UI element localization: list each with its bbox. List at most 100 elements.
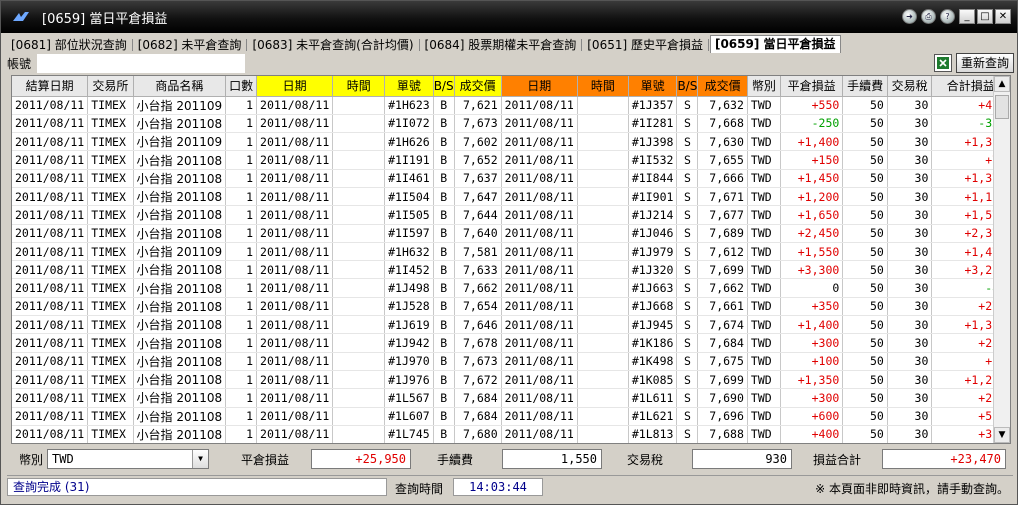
table-cell: #1L621 [628,407,678,426]
table-cell: #1J498 [384,278,434,298]
column-header[interactable]: 日期 [256,76,334,97]
table-cell: 7,699 [697,260,748,280]
column-header[interactable]: 交易稅 [887,76,933,97]
table-row[interactable]: 2011/08/11 TIMEX 小台指 201109 1 2011/08/11 #1H6… [12,96,1010,115]
total-label: 損益合計 [813,453,862,467]
scroll-down-icon[interactable]: ▼ [994,427,1010,443]
table-row[interactable]: 2011/08/11 TIMEX 小台指 201108 1 2011/08/11 #1I5… [12,224,1010,243]
table-cell: 1 [225,407,258,426]
table-row[interactable]: 2011/08/11 TIMEX 小台指 201108 1 2011/08/11 #1J9… [12,333,1010,353]
tab-3[interactable]: [0684] 股票期權未平倉查詢 [421,37,581,53]
table-row[interactable]: 2011/08/11 TIMEX 小台指 201108 1 2011/08/11 #1I0… [12,114,1010,134]
table-cell: S [676,333,699,353]
pnl-grid[interactable]: 結算日期 交易所 商品名稱 口數 日期 時間 單號 B/S 成交價 日期 時間 單號 B/S 成交價 幣別平… [11,75,1011,444]
query-time-value: 14:03:44 [453,478,543,496]
scroll-up-icon[interactable]: ▲ [994,76,1010,92]
table-cell: TWD [747,352,781,371]
table-cell: B [433,242,455,262]
tab-5[interactable]: [0659] 當日平倉損益 [709,35,841,53]
column-header[interactable]: 商品名稱 [133,76,227,97]
table-cell: 7,652 [454,150,502,170]
table-row[interactable]: 2011/08/11 TIMEX 小台指 201109 1 2011/08/11 #1H6… [12,242,1010,262]
column-header[interactable]: 手續費 [842,76,888,97]
column-header[interactable]: 單號 [628,76,678,97]
tab-0[interactable]: [0681] 部位狀況查詢 [7,37,131,53]
print-icon[interactable]: ⎙ [921,9,936,24]
column-header[interactable]: 日期 [501,76,578,97]
table-cell: #1J979 [628,242,678,262]
help-icon[interactable]: ? [940,9,955,24]
account-field[interactable] [37,53,245,73]
table-cell: TWD [747,205,781,225]
table-cell: 30 [887,132,933,152]
table-row[interactable]: 2011/08/11 TIMEX 小台指 201108 1 2011/08/11 #1J9… [12,370,1010,390]
table-cell: 2011/08/11 [256,278,334,298]
table-row[interactable]: 2011/08/11 TIMEX 小台指 201108 1 2011/08/11 #1L6… [12,407,1010,426]
table-cell: 2011/08/11 [256,352,334,371]
column-header[interactable]: 口數 [225,76,258,97]
column-header[interactable]: 時間 [332,76,386,97]
table-cell: 2011/08/11 [501,352,578,371]
column-header[interactable]: 成交價 [454,76,502,97]
table-cell: 2011/08/11 [12,315,89,335]
column-header[interactable]: 單號 [384,76,434,97]
minimize-button[interactable]: _ [959,9,975,24]
column-header[interactable]: 平倉損益 [780,76,844,97]
table-cell: 30 [887,96,933,115]
table-row[interactable]: 2011/08/11 TIMEX 小台指 201108 1 2011/08/11 #1L7… [12,425,1010,443]
tab-2[interactable]: [0683] 未平倉查詢(合計均價) [248,37,417,53]
tab-4[interactable]: [0651] 歷史平倉損益 [583,37,707,53]
table-cell: #1I072 [384,114,434,134]
table-cell: 7,602 [454,132,502,152]
table-cell: TIMEX [87,388,134,408]
tab-1[interactable]: [0682] 未平倉查詢 [134,37,246,53]
arrow-right-icon[interactable]: ➜ [902,9,917,24]
table-cell: TIMEX [87,278,134,298]
vertical-scrollbar[interactable]: ▲ ▼ [993,76,1010,443]
table-cell: 1 [225,352,258,371]
summary-bar: 幣別 TWD ▼ 平倉損益 +25,950 手續費 1,550 交易稅 930 … [13,447,1011,471]
table-cell: 1 [225,388,258,408]
table-cell: 7,678 [454,333,502,353]
refresh-button[interactable]: 重新查詢 [956,53,1014,73]
table-cell: 1 [225,187,258,207]
table-cell [577,169,629,188]
close-button[interactable]: ✕ [995,9,1011,24]
table-row[interactable]: 2011/08/11 TIMEX 小台指 201108 1 2011/08/11 #1I1… [12,150,1010,170]
table-cell: 小台指 201108 [133,224,227,243]
maximize-button[interactable]: □ [977,9,993,24]
column-header[interactable]: 幣別 [747,76,781,97]
table-row[interactable]: 2011/08/11 TIMEX 小台指 201109 1 2011/08/11 #1H6… [12,132,1010,152]
table-cell: 7,662 [697,278,748,298]
table-cell: 30 [887,205,933,225]
table-cell: TWD [747,96,781,115]
table-cell: B [433,150,455,170]
title-bar[interactable]: [0659] 當日平倉損益 ➜ ⎙ ? _ □ ✕ [1,1,1017,33]
column-header[interactable]: 時間 [577,76,629,97]
table-row[interactable]: 2011/08/11 TIMEX 小台指 201108 1 2011/08/11 #1J6… [12,315,1010,335]
excel-export-icon[interactable] [934,54,952,72]
table-cell: +1,400 [780,315,844,335]
table-row[interactable]: 2011/08/11 TIMEX 小台指 201108 1 2011/08/11 #1I5… [12,187,1010,207]
column-header[interactable]: B/S [433,76,455,97]
table-row[interactable]: 2011/08/11 TIMEX 小台指 201108 1 2011/08/11 #1J4… [12,278,1010,298]
grand-total-field: +23,470 [882,449,1006,469]
chevron-down-icon[interactable]: ▼ [192,450,208,468]
table-cell: 1 [225,242,258,262]
table-cell: #1I461 [384,169,434,188]
column-header[interactable]: 結算日期 [12,76,89,97]
currency-select[interactable]: TWD ▼ [47,449,209,469]
table-cell: 2011/08/11 [501,278,578,298]
column-header[interactable]: 交易所 [87,76,134,97]
table-row[interactable]: 2011/08/11 TIMEX 小台指 201108 1 2011/08/11 #1I5… [12,205,1010,225]
table-row[interactable]: 2011/08/11 TIMEX 小台指 201108 1 2011/08/11 #1I4… [12,260,1010,280]
column-header[interactable]: B/S [676,76,699,97]
table-row[interactable]: 2011/08/11 TIMEX 小台指 201108 1 2011/08/11 #1L5… [12,388,1010,408]
table-row[interactable]: 2011/08/11 TIMEX 小台指 201108 1 2011/08/11 #1I4… [12,169,1010,188]
table-row[interactable]: 2011/08/11 TIMEX 小台指 201108 1 2011/08/11 #1J5… [12,297,1010,317]
table-row[interactable]: 2011/08/11 TIMEX 小台指 201108 1 2011/08/11 #1J9… [12,352,1010,371]
table-cell: 2011/08/11 [501,297,578,317]
column-header[interactable]: 成交價 [697,76,748,97]
table-cell: 2011/08/11 [256,425,334,443]
scrollbar-thumb[interactable] [995,95,1009,119]
